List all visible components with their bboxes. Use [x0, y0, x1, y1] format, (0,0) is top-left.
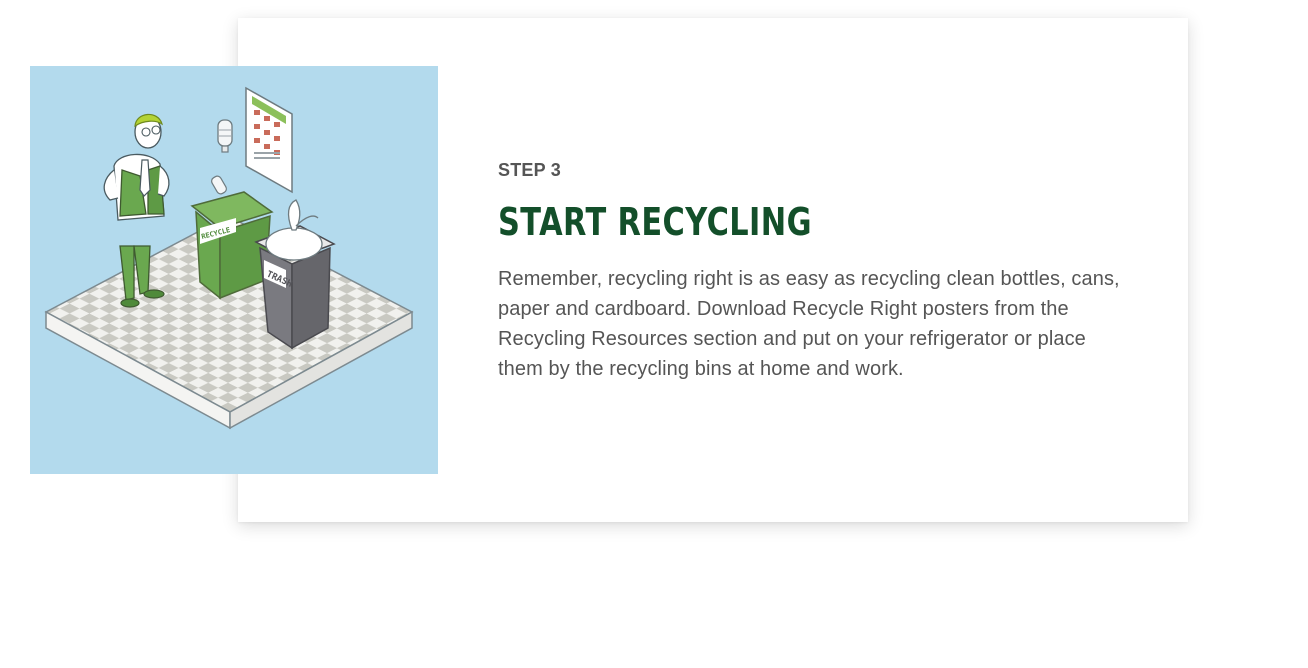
step-content: STEP 3 START RECYCLING Remember, recycli… [498, 158, 1138, 384]
recycling-scene-image: RECYCLE TRASH [44, 86, 414, 430]
poster [245, 86, 293, 194]
step-title: START RECYCLING [498, 200, 812, 244]
recycling-illustration: RECYCLE TRASH [30, 66, 438, 474]
recycle-bin: RECYCLE [190, 175, 274, 300]
step-description: Remember, recycling right is as easy as … [498, 268, 1120, 380]
step-number-label: STEP 3 [498, 160, 561, 180]
page: RECYCLE TRASH STEP 3 START RECYCLING Rem… [0, 0, 1308, 668]
floating-bottle [217, 119, 233, 153]
